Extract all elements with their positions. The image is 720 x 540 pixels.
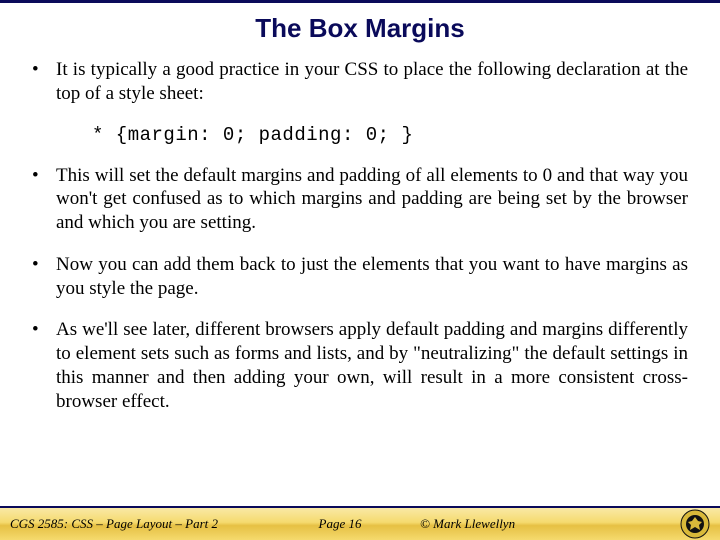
bullet-item: Now you can add them back to just the el… xyxy=(32,253,688,301)
slide-content: It is typically a good practice in your … xyxy=(0,58,720,413)
footer-course: CGS 2585: CSS – Page Layout – Part 2 xyxy=(10,516,290,532)
footer-author: © Mark Llewellyn xyxy=(390,516,570,532)
bullet-item: This will set the default margins and pa… xyxy=(32,164,688,235)
ucf-logo-icon xyxy=(680,509,710,539)
slide-title: The Box Margins xyxy=(0,13,720,44)
bullet-list: It is typically a good practice in your … xyxy=(32,58,688,106)
top-rule xyxy=(0,0,720,3)
bullet-list-continued: This will set the default margins and pa… xyxy=(32,164,688,414)
code-example: * {margin: 0; padding: 0; } xyxy=(92,124,688,146)
bullet-item: It is typically a good practice in your … xyxy=(32,58,688,106)
slide-footer: CGS 2585: CSS – Page Layout – Part 2 Pag… xyxy=(0,506,720,540)
footer-page: Page 16 xyxy=(290,516,390,532)
bullet-item: As we'll see later, different browsers a… xyxy=(32,318,688,413)
